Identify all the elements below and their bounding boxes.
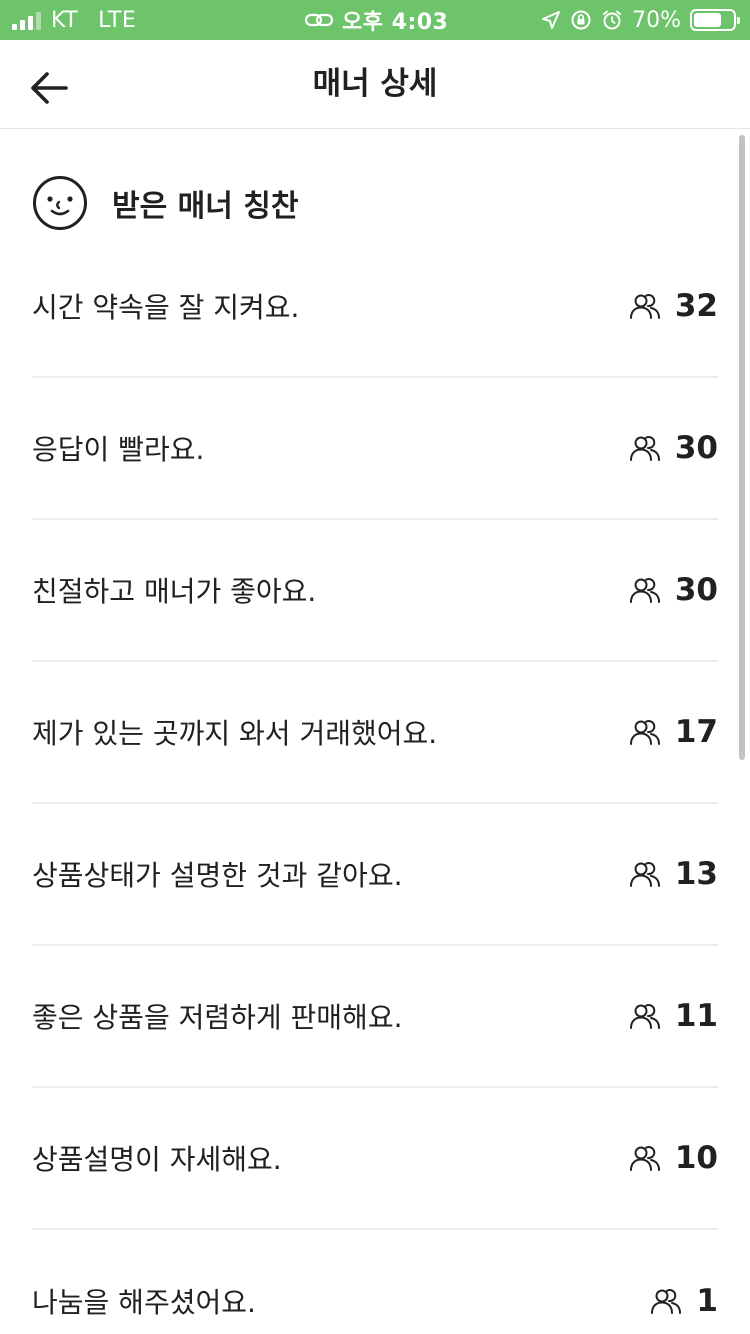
location-arrow-icon (542, 11, 561, 29)
battery-fill (694, 13, 721, 27)
people-icon (651, 1289, 682, 1314)
status-right: 70% (541, 0, 740, 40)
status-left: KT LTE (12, 0, 136, 40)
manner-count: 10 (629, 1140, 718, 1176)
manner-label: 시간 약속을 잘 지켜요. (32, 291, 300, 324)
people-icon (629, 294, 660, 319)
manner-label: 친절하고 매너가 좋아요. (32, 575, 317, 608)
people-icon (629, 862, 660, 887)
manner-item[interactable]: 친절하고 매너가 좋아요. 30 (32, 520, 718, 662)
carrier-name: KT (51, 7, 79, 33)
count-value: 30 (674, 572, 718, 608)
manner-count: 30 (629, 430, 718, 466)
manner-list: 시간 약속을 잘 지켜요. 32 응답이 빨라요. 30 친절하고 매너가 좋아… (32, 236, 718, 1334)
manner-count: 30 (629, 572, 718, 608)
manner-item[interactable]: 나눔을 해주셨어요. 1 (32, 1230, 718, 1334)
count-value: 32 (674, 288, 718, 324)
count-value: 13 (674, 856, 718, 892)
manner-label: 상품설명이 자세해요. (32, 1143, 282, 1176)
manner-count: 13 (629, 856, 718, 892)
people-icon (629, 1004, 660, 1029)
manner-label: 제가 있는 곳까지 와서 거래했어요. (32, 717, 438, 750)
nav-bar: 매너 상세 (0, 40, 750, 129)
manner-label: 좋은 상품을 저렴하게 판매해요. (32, 1001, 403, 1034)
manner-label: 상품상태가 설명한 것과 같아요. (32, 859, 403, 892)
manner-item[interactable]: 좋은 상품을 저렴하게 판매해요. 11 (32, 946, 718, 1088)
people-icon (629, 1146, 660, 1171)
alarm-icon (603, 10, 622, 30)
count-value: 11 (674, 998, 718, 1034)
signal-strength-icon (12, 10, 41, 30)
page-title: 매너 상세 (312, 66, 438, 102)
count-value: 1 (696, 1283, 718, 1319)
people-icon (629, 720, 660, 745)
rotation-lock-icon (571, 10, 591, 30)
status-bar: KT LTE 오후 4:03 70% (0, 0, 750, 40)
manner-item[interactable]: 상품상태가 설명한 것과 같아요. 13 (32, 804, 718, 946)
people-icon (629, 436, 660, 461)
manner-count: 32 (629, 288, 718, 324)
manner-count: 1 (650, 1283, 718, 1319)
section-header: 받은 매너 칭찬 (32, 175, 299, 231)
manner-item[interactable]: 제가 있는 곳까지 와서 거래했어요. 17 (32, 662, 718, 804)
battery-icon (690, 9, 740, 31)
link-icon (304, 13, 334, 27)
people-icon (629, 578, 660, 603)
battery-percent: 70% (632, 7, 681, 33)
manner-count: 11 (629, 998, 718, 1034)
count-value: 17 (674, 714, 718, 750)
manner-count: 17 (629, 714, 718, 750)
status-center: 오후 4:03 (304, 0, 448, 40)
status-time: 오후 4:03 (342, 10, 449, 35)
smiley-face-icon (33, 176, 87, 230)
manner-item[interactable]: 시간 약속을 잘 지켜요. 32 (32, 236, 718, 378)
scrollbar[interactable] (739, 135, 745, 760)
network-type: LTE (98, 7, 137, 33)
content-area[interactable]: 받은 매너 칭찬 시간 약속을 잘 지켜요. 32 응답이 빨라요. 30 친절… (0, 129, 750, 1334)
section-title: 받은 매너 칭찬 (112, 189, 299, 224)
manner-label: 응답이 빨라요. (32, 433, 205, 466)
manner-item[interactable]: 상품설명이 자세해요. 10 (32, 1088, 718, 1230)
count-value: 30 (674, 430, 718, 466)
manner-label: 나눔을 해주셨어요. (32, 1286, 256, 1319)
count-value: 10 (674, 1140, 718, 1176)
manner-item[interactable]: 응답이 빨라요. 30 (32, 378, 718, 520)
